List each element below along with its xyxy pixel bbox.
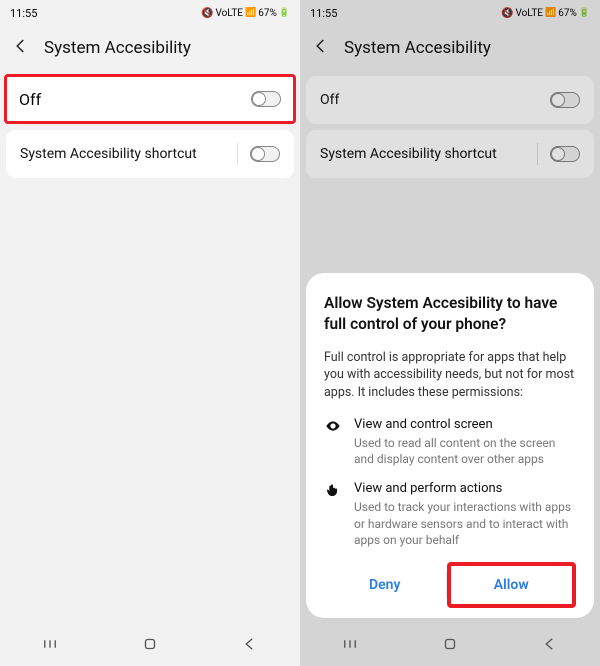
clock: 11:55 (10, 7, 37, 20)
master-toggle[interactable] (550, 92, 580, 108)
permission-actions: View and perform actions Used to track y… (324, 481, 576, 548)
off-row[interactable]: Off (306, 76, 594, 124)
title-bar: System Accesibility (300, 26, 600, 70)
battery-icon: 🔋 (279, 8, 290, 18)
highlight-off-row: Off (4, 74, 296, 124)
recents-icon[interactable] (341, 635, 359, 657)
status-bar: 11:55 🔇 VoLTE 📶 67% 🔋 (300, 0, 600, 26)
clock: 11:55 (310, 7, 337, 20)
dialog-actions: Deny Allow (324, 562, 576, 608)
shortcut-label: System Accesibility shortcut (20, 146, 197, 162)
screenshot-left: 11:55 🔇 VoLTE 📶 67% 🔋 System Accesibilit… (0, 0, 300, 666)
status-bar: 11:55 🔇 VoLTE 📶 67% 🔋 (0, 0, 300, 26)
back-icon[interactable] (12, 37, 30, 59)
status-icons: 🔇 VoLTE 📶 67% 🔋 (201, 8, 290, 19)
nav-bar (0, 626, 300, 666)
battery-icon: 🔋 (579, 8, 590, 18)
nav-back-icon[interactable] (241, 635, 259, 657)
permission-dialog: Allow System Accesibility to have full c… (306, 273, 594, 618)
off-label: Off (19, 90, 41, 109)
shortcut-row[interactable]: System Accesibility shortcut (6, 130, 294, 178)
eye-icon (324, 417, 342, 467)
page-title: System Accesibility (44, 38, 191, 58)
shortcut-row[interactable]: System Accesibility shortcut (306, 130, 594, 178)
mute-icon: 🔇 (501, 8, 513, 19)
network-label: VoLTE (215, 8, 243, 19)
home-icon[interactable] (141, 635, 159, 657)
nav-bar (300, 626, 600, 666)
nav-back-icon[interactable] (541, 635, 559, 657)
row-divider (237, 143, 238, 165)
screenshot-right: 11:55 🔇 VoLTE 📶 67% 🔋 System Accesibilit… (300, 0, 600, 666)
permission-view: View and control screen Used to read all… (324, 417, 576, 467)
title-bar: System Accesibility (0, 26, 300, 70)
shortcut-label: System Accesibility shortcut (320, 146, 497, 162)
shortcut-toggle[interactable] (550, 146, 580, 162)
dialog-title: Allow System Accesibility to have full c… (324, 293, 576, 335)
allow-button[interactable]: Allow (447, 562, 577, 608)
back-icon[interactable] (312, 37, 330, 59)
perm2-desc: Used to track your interactions with app… (354, 499, 576, 548)
home-icon[interactable] (441, 635, 459, 657)
off-label: Off (320, 92, 339, 108)
battery-label: 67% (558, 8, 577, 19)
perm1-desc: Used to read all content on the screen a… (354, 435, 576, 467)
master-toggle[interactable] (251, 91, 281, 107)
battery-label: 67% (258, 8, 277, 19)
network-label: VoLTE (515, 8, 543, 19)
perm2-title: View and perform actions (354, 481, 576, 496)
row-divider (537, 143, 538, 165)
deny-button[interactable]: Deny (324, 562, 446, 608)
dialog-body: Full control is appropriate for apps tha… (324, 349, 576, 402)
signal-icon: 📶 (545, 8, 556, 18)
mute-icon: 🔇 (201, 8, 213, 19)
shortcut-toggle[interactable] (250, 146, 280, 162)
page-title: System Accesibility (344, 38, 491, 58)
hand-icon (324, 481, 342, 548)
recents-icon[interactable] (41, 635, 59, 657)
perm1-title: View and control screen (354, 417, 576, 432)
status-icons: 🔇 VoLTE 📶 67% 🔋 (501, 8, 590, 19)
signal-icon: 📶 (245, 8, 256, 18)
